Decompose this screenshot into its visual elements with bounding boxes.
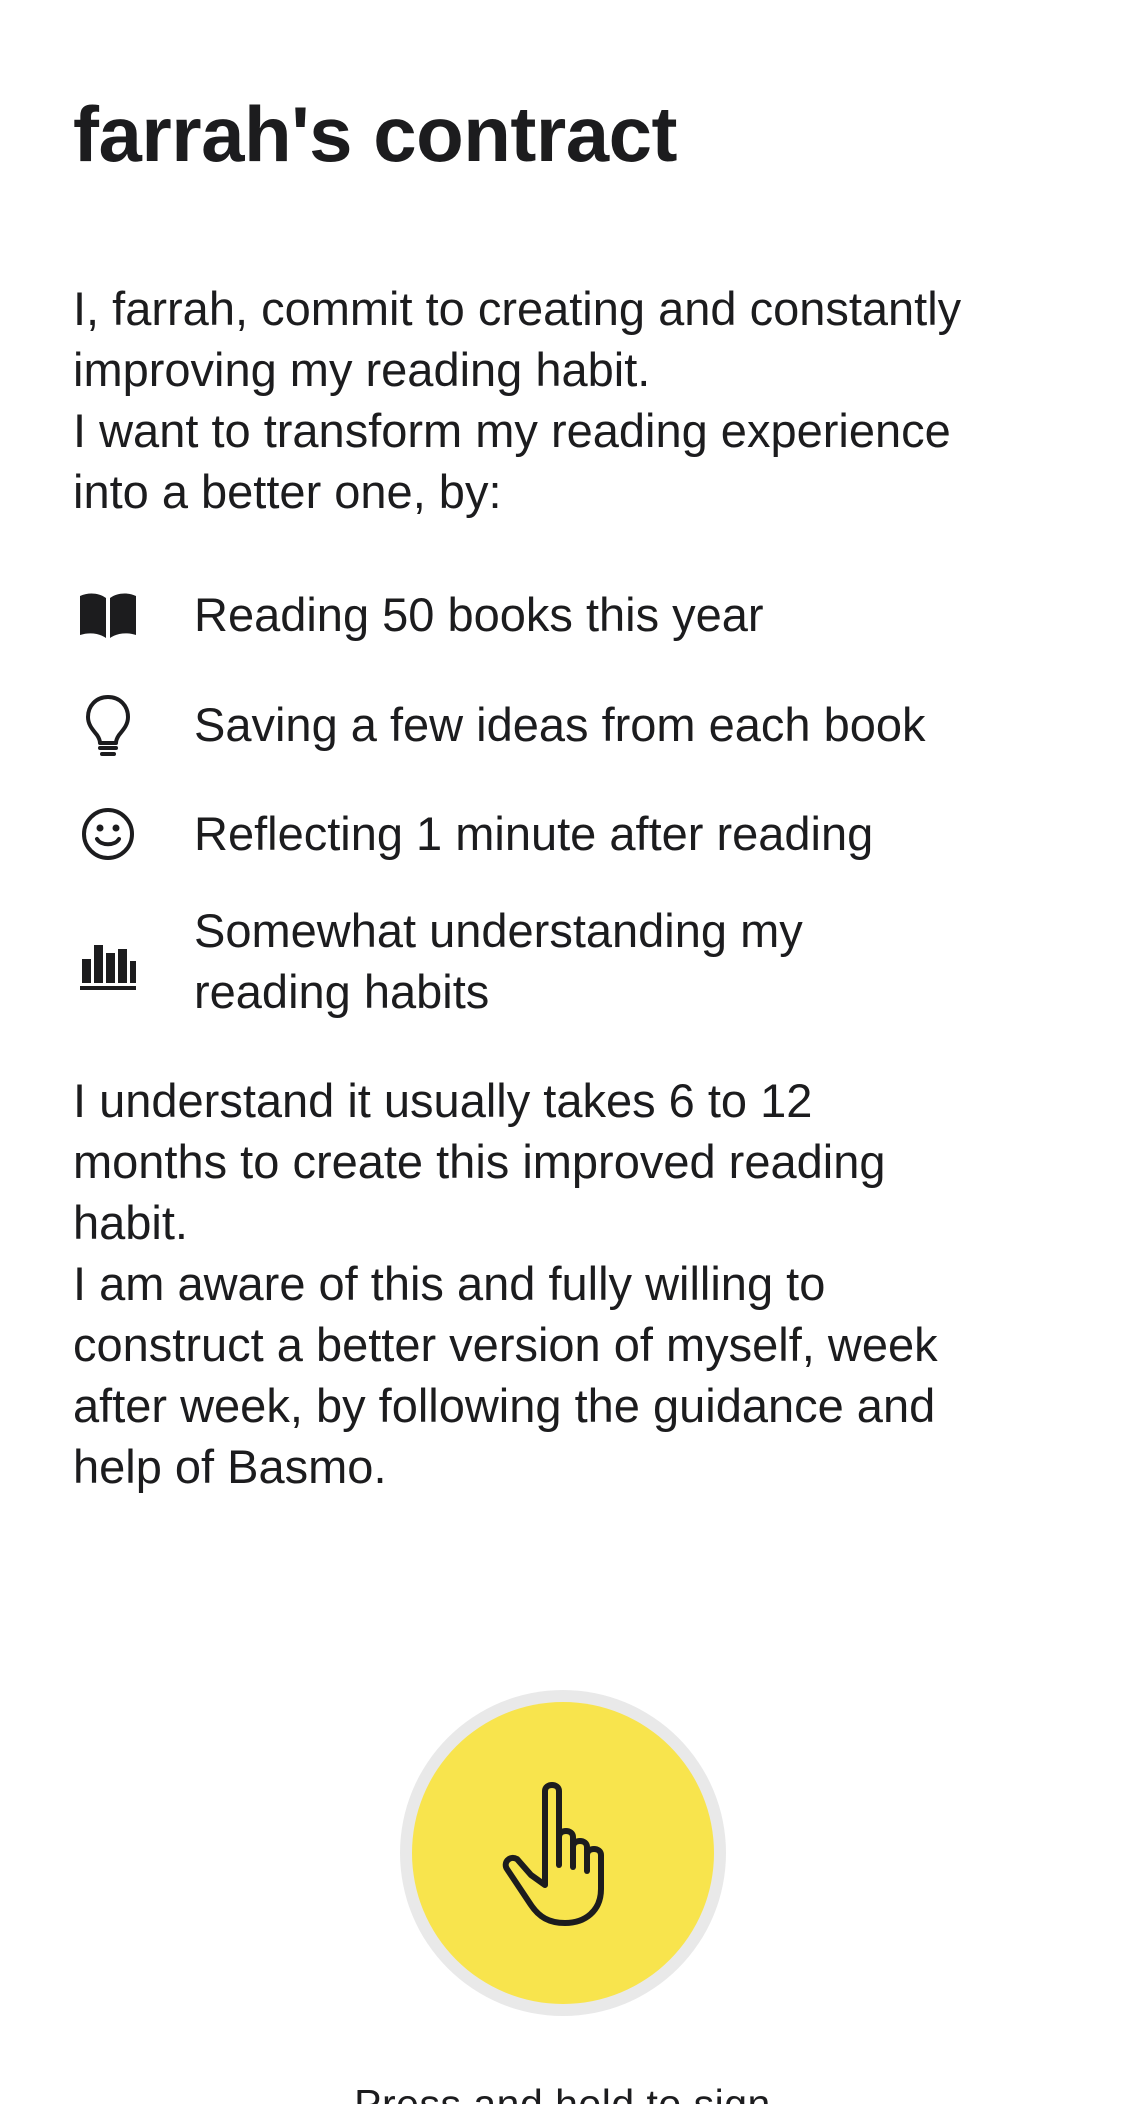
intro-line: improving my reading habit.: [73, 343, 651, 396]
outro-line: habit.: [73, 1196, 188, 1249]
outro-line: after week, by following the guidance an…: [73, 1379, 936, 1432]
lightbulb-icon: [73, 690, 143, 760]
intro-line: I, farrah, commit to creating and consta…: [73, 282, 962, 335]
hand-pointer-icon: [493, 1771, 633, 1936]
commitment-reflecting: Reflecting 1 minute after reading: [73, 791, 1073, 877]
commitment-label: Saving a few ideas from each book: [194, 698, 926, 751]
intro-line: into a better one, by:: [73, 465, 502, 518]
intro-paragraph: I, farrah, commit to creating and consta…: [73, 278, 1083, 522]
outro-line: months to create this improved reading: [73, 1135, 886, 1188]
commitment-saving-ideas: Saving a few ideas from each book: [73, 682, 1073, 768]
commitment-label: Reflecting 1 minute after reading: [194, 807, 874, 860]
sign-button-fill: [412, 1702, 714, 2004]
commitment-label-line: reading habits: [194, 965, 490, 1018]
intro-line: I want to transform my reading experienc…: [73, 404, 951, 457]
commitment-label: Reading 50 books this year: [194, 588, 764, 641]
commitment-label-line: Somewhat understanding my: [194, 904, 803, 957]
outro-line: I am aware of this and fully willing to: [73, 1257, 826, 1310]
outro-line: construct a better version of myself, we…: [73, 1318, 938, 1371]
page-title: farrah's contract: [73, 90, 677, 178]
commitment-reading-books: Reading 50 books this year: [73, 572, 1073, 658]
commitment-label: Somewhat understanding my reading habits: [194, 900, 994, 1022]
outro-line: I understand it usually takes 6 to 12: [73, 1074, 813, 1127]
bar-chart-icon: [73, 931, 143, 1001]
sign-caption: Press and hold to sign: [354, 2081, 771, 2104]
commitment-understanding-habits: Somewhat understanding my reading habits: [73, 900, 1073, 1022]
outro-line: help of Basmo.: [73, 1440, 387, 1493]
smiley-face-icon: [73, 799, 143, 869]
press-and-hold-sign-button[interactable]: [400, 1690, 726, 2016]
open-book-icon: [73, 580, 143, 650]
sign-area: Press and hold to sign: [0, 1690, 1125, 2104]
outro-paragraph: I understand it usually takes 6 to 12 mo…: [73, 1070, 1083, 1497]
contract-screen: farrah's contract I, farrah, commit to c…: [0, 0, 1125, 2104]
